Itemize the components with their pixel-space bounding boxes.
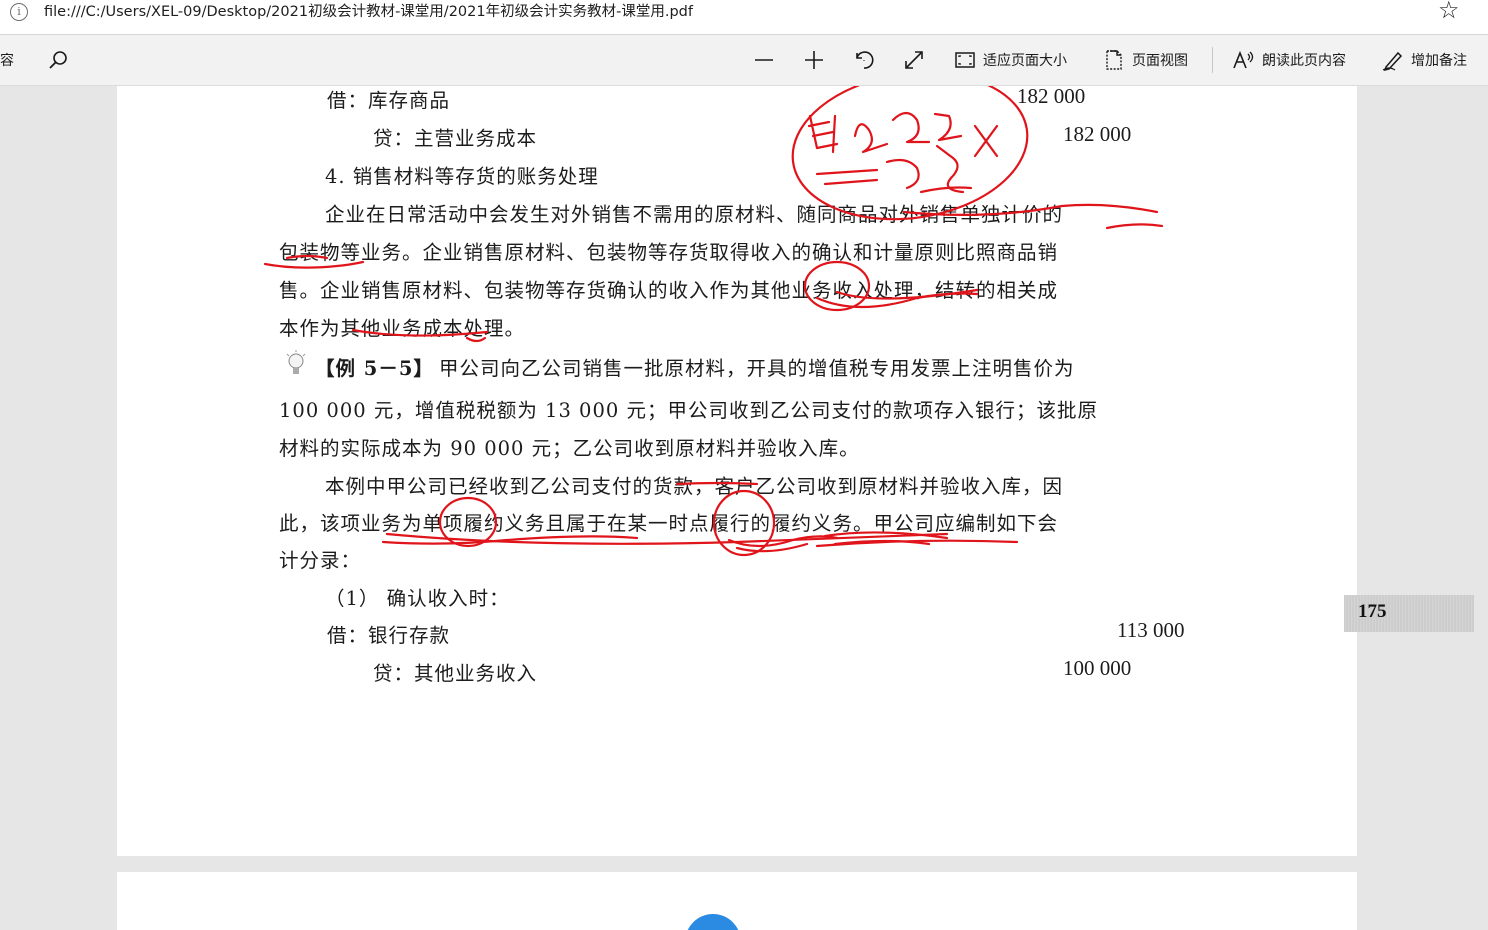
page-view-label: 页面视图: [1132, 53, 1188, 69]
journal-debit-line: 借：库存商品: [327, 89, 451, 112]
paragraph-line: 本作为其他业务成本处理。: [279, 317, 526, 340]
pdf-page: 借：库存商品 182 000 贷：主营业务成本 182 000 4. 销售材料等…: [117, 86, 1474, 856]
address-bar[interactable]: i file:///C:/Users/XEL-09/Desktop/2021初级…: [0, 0, 1488, 35]
read-aloud-label: 朗读此页内容: [1262, 53, 1346, 69]
plus-icon: [805, 51, 823, 69]
url-text[interactable]: file:///C:/Users/XEL-09/Desktop/2021初级会计…: [44, 0, 693, 21]
fit-page-button[interactable]: 适应页面大小: [953, 35, 1067, 85]
next-pdf-page: [117, 872, 1357, 930]
toolbar-divider: [1212, 47, 1213, 73]
paragraph-line: 企业在日常活动中会发生对外销售不需用的原材料、随同商品对外销售单独计价的: [325, 203, 1064, 226]
minus-icon: [755, 59, 773, 61]
star-icon[interactable]: ☆: [1438, 0, 1460, 24]
example-line: 甲公司向乙公司销售一批原材料，开具的增值税专用发票上注明售价为: [439, 357, 1075, 380]
paragraph-line: 此，该项业务为单项履约义务且属于在某一时点履行的履约义务。甲公司应编制如下会: [279, 512, 1059, 535]
fit-page-label: 适应页面大小: [983, 53, 1067, 69]
contents-label: 内容: [0, 53, 14, 69]
journal-credit-line: 贷：其他业务收入: [373, 662, 538, 685]
contents-button[interactable]: 内容: [0, 35, 14, 85]
search-button[interactable]: [46, 35, 76, 85]
page-view-button[interactable]: 页面视图: [1102, 35, 1188, 85]
info-icon[interactable]: i: [10, 3, 28, 21]
credit-amount: 182 000: [1063, 122, 1132, 146]
pen-icon: [1382, 51, 1403, 72]
rotate-button[interactable]: [852, 35, 882, 85]
step-label: （1） 确认收入时：: [325, 587, 510, 610]
expand-icon: [905, 51, 923, 69]
fullscreen-button[interactable]: [902, 35, 932, 85]
debit-amount: 182 000: [1017, 86, 1086, 108]
zoom-out-button[interactable]: [752, 35, 782, 85]
add-notes-label: 增加备注: [1411, 53, 1467, 69]
paragraph-line: 售。企业销售原材料、包装物等存货确认的收入作为其他业务收入处理，结转的相关成: [279, 279, 1059, 302]
search-icon: [49, 51, 67, 69]
paragraph-line: 本例中甲公司已经收到乙公司支付的货款，客户乙公司收到原材料并验收入库，因: [325, 475, 1064, 498]
example-line: 100 000 元，增值税税额为 13 000 元；甲公司收到乙公司支付的款项存…: [279, 399, 1098, 422]
page-number: 175: [1358, 601, 1387, 622]
zoom-in-button[interactable]: [802, 35, 832, 85]
document-viewer[interactable]: 借：库存商品 182 000 贷：主营业务成本 182 000 4. 销售材料等…: [0, 86, 1488, 930]
read-aloud-button[interactable]: 朗读此页内容: [1232, 35, 1346, 85]
credit-amount: 100 000: [1063, 656, 1132, 680]
paragraph-line: 计分录：: [279, 549, 362, 572]
section-heading: 4. 销售材料等存货的账务处理: [325, 165, 599, 188]
fit-page-icon: [955, 52, 975, 68]
pdf-toolbar: 内容 适应页面: [0, 35, 1488, 86]
lightbulb-icon: [286, 350, 306, 374]
paragraph-line: 包装物等业务。企业销售原材料、包装物等存货取得收入的确认和计量原则比照商品销: [279, 241, 1059, 264]
example-label: 【例 5－5】: [315, 357, 434, 380]
debit-amount: 113 000: [1117, 618, 1185, 642]
add-notes-button[interactable]: 增加备注: [1381, 35, 1467, 85]
rotate-icon: [856, 51, 874, 69]
journal-debit-line: 借：银行存款: [327, 624, 451, 647]
example-line: 材料的实际成本为 90 000 元；乙公司收到原材料并验收入库。: [279, 437, 860, 460]
page-view-icon: [1106, 50, 1122, 70]
journal-credit-line: 贷：主营业务成本: [373, 127, 538, 150]
page-number-tab: 175: [1344, 595, 1474, 632]
read-aloud-icon: [1233, 50, 1254, 69]
